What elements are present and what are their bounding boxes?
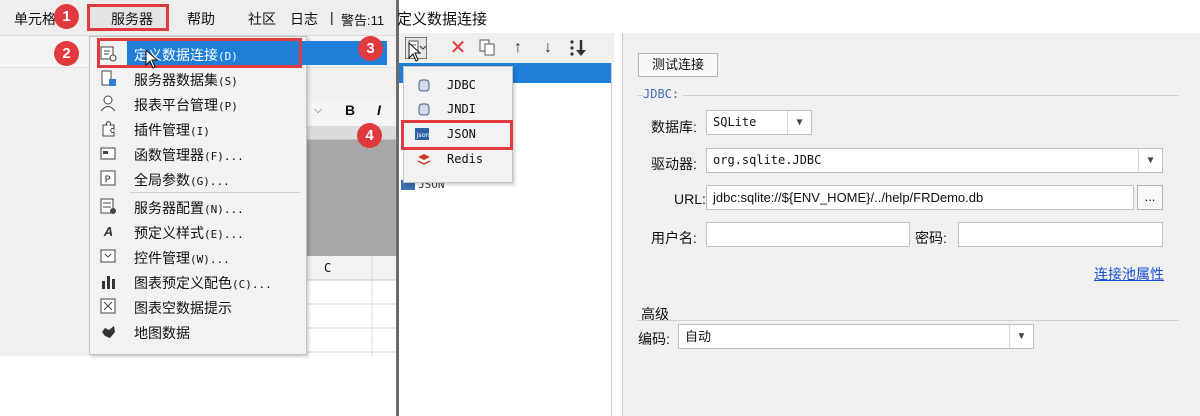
chevron-down-icon: ▼ bbox=[1138, 149, 1162, 172]
italic-button[interactable]: I bbox=[377, 102, 381, 118]
chevron-down-icon: ▼ bbox=[1009, 325, 1033, 348]
define-connection-highlight bbox=[97, 38, 302, 68]
menu-item-platform-management[interactable]: 报表平台管理(P) bbox=[90, 91, 306, 116]
username-input[interactable] bbox=[706, 222, 910, 247]
jdbc-icon bbox=[418, 79, 430, 92]
database-label: 数据库: bbox=[651, 119, 697, 135]
test-connection-button[interactable]: 测试连接 bbox=[638, 53, 718, 77]
server-config-icon bbox=[100, 198, 117, 215]
type-item-jndi[interactable]: JNDI bbox=[404, 97, 512, 121]
blank-area bbox=[0, 356, 396, 416]
menu-item-label: 服务器配置(N)... bbox=[134, 200, 244, 216]
server-dataset-icon bbox=[100, 70, 117, 87]
sheet-canvas bbox=[300, 126, 396, 256]
global-parameter-icon: P bbox=[100, 170, 117, 187]
menu-item-label: 插件管理(I) bbox=[134, 122, 210, 138]
json-highlight bbox=[401, 120, 513, 150]
menu-item-label: 控件管理(W)... bbox=[134, 250, 230, 266]
encoding-label: 编码: bbox=[638, 331, 670, 347]
move-down-icon[interactable]: ↓ bbox=[537, 37, 559, 59]
menu-item-label: 服务器数据集(S) bbox=[134, 72, 238, 88]
spreadsheet-grid[interactable]: C bbox=[300, 256, 396, 356]
chart-color-icon bbox=[100, 273, 117, 290]
menu-warning[interactable]: 警告:11 bbox=[341, 10, 384, 29]
menu-log[interactable]: 日志 bbox=[290, 9, 318, 29]
encoding-select[interactable]: 自动 ▼ bbox=[678, 324, 1034, 349]
menu-item-label: 函数管理器(F)... bbox=[134, 147, 244, 163]
menu-item-empty-data-hint[interactable]: 图表空数据提示 bbox=[90, 294, 306, 319]
move-up-icon[interactable]: ↑ bbox=[507, 37, 529, 59]
mouse-cursor-icon bbox=[408, 42, 422, 62]
browse-button[interactable]: ... bbox=[1137, 185, 1163, 210]
menu-item-label: 预定义样式(E)... bbox=[134, 225, 244, 241]
dialog-title-bar: 定义数据连接 bbox=[397, 0, 1200, 33]
pool-properties-link[interactable]: 连接池属性 bbox=[1094, 264, 1164, 284]
menu-separator: | bbox=[330, 9, 334, 25]
username-label: 用户名: bbox=[651, 230, 697, 246]
database-select[interactable]: SQLite ▼ bbox=[706, 110, 812, 135]
advanced-label: 高级 bbox=[641, 306, 669, 322]
menu-community[interactable]: 社区 bbox=[248, 9, 276, 29]
menu-item-plugin-management[interactable]: 插件管理(I) bbox=[90, 116, 306, 141]
menu-item-label: 报表平台管理(P) bbox=[134, 97, 238, 113]
user-icon bbox=[100, 95, 117, 112]
menu-item-server-config[interactable]: 服务器配置(N)... bbox=[90, 194, 306, 219]
font-size-dropdown-arrow-icon[interactable]: ⌵ bbox=[314, 104, 322, 117]
chevron-down-icon: ▼ bbox=[787, 111, 811, 134]
format-toolbar: ⌵ B I bbox=[300, 98, 396, 126]
redis-icon bbox=[417, 154, 431, 165]
empty-data-icon bbox=[100, 298, 117, 315]
menu-item-label: 图表空数据提示 bbox=[134, 300, 232, 316]
svg-text:P: P bbox=[105, 175, 111, 186]
password-input[interactable] bbox=[958, 222, 1163, 247]
map-data-icon bbox=[100, 323, 117, 340]
menu-separator bbox=[130, 192, 300, 193]
jndi-icon bbox=[418, 103, 430, 116]
menu-item-map-data[interactable]: 地图数据 bbox=[90, 319, 306, 344]
menu-help[interactable]: 帮助 bbox=[187, 9, 215, 29]
server-menu: 定义数据连接(D) 服务器数据集(S) 报表平台管理(P) 插件管理(I) 函数 bbox=[89, 36, 387, 355]
step-badge-1: 1 bbox=[54, 4, 79, 29]
advanced-divider bbox=[637, 320, 1179, 321]
column-header-c[interactable]: C bbox=[324, 261, 331, 275]
menu-item-label: 图表预定义配色(C)... bbox=[134, 275, 272, 291]
menu-item-widget-manager[interactable]: 控件管理(W)... bbox=[90, 244, 306, 269]
dialog-title: 定义数据连接 bbox=[397, 11, 488, 28]
plugin-icon bbox=[100, 120, 117, 137]
url-label: URL: bbox=[674, 191, 706, 207]
mouse-cursor-icon bbox=[145, 49, 159, 69]
connection-toolbar: ✕ ↑ ↓ bbox=[399, 33, 614, 63]
widget-manager-icon bbox=[100, 248, 117, 265]
function-manager-icon bbox=[100, 145, 117, 162]
delete-icon[interactable]: ✕ bbox=[447, 37, 469, 59]
sort-icon[interactable] bbox=[567, 37, 589, 59]
connection-config-panel: 测试连接 JDBC: 数据库: SQLite ▼ 驱动器: org.sqlite… bbox=[622, 33, 1200, 416]
jdbc-group-border bbox=[637, 95, 1179, 96]
menu-item-function-manager[interactable]: 函数管理器(F)... bbox=[90, 141, 306, 166]
jdbc-group-label: JDBC: bbox=[643, 87, 684, 101]
type-item-jdbc[interactable]: JDBC bbox=[404, 73, 512, 97]
step-badge-2: 2 bbox=[54, 41, 79, 66]
menu-item-label: 地图数据 bbox=[134, 325, 190, 341]
menu-item-global-parameters[interactable]: P 全局参数(G)... bbox=[90, 166, 306, 191]
menu-server[interactable]: 服务器 bbox=[111, 9, 153, 29]
side-panel bbox=[0, 256, 88, 356]
url-input[interactable]: jdbc:sqlite://${ENV_HOME}/../help/FRDemo… bbox=[706, 185, 1134, 210]
predefined-style-icon: A bbox=[103, 224, 114, 239]
copy-connection-icon[interactable] bbox=[476, 37, 498, 59]
menu-item-predefined-style[interactable]: A 预定义样式(E)... bbox=[90, 219, 306, 244]
driver-select[interactable]: org.sqlite.JDBC ▼ bbox=[706, 148, 1163, 173]
menu-item-label: 全局参数(G)... bbox=[134, 172, 230, 188]
type-item-redis[interactable]: Redis bbox=[404, 147, 512, 171]
step-badge-4: 4 bbox=[357, 123, 382, 148]
menu-item-server-dataset[interactable]: 服务器数据集(S) bbox=[90, 66, 306, 91]
driver-label: 驱动器: bbox=[651, 156, 697, 172]
password-label: 密码: bbox=[915, 230, 947, 246]
menu-item-chart-colors[interactable]: 图表预定义配色(C)... bbox=[90, 269, 306, 294]
menu-cell[interactable]: 单元格 bbox=[14, 9, 56, 29]
bold-button[interactable]: B bbox=[345, 102, 355, 118]
grid-lines bbox=[300, 256, 396, 356]
step-badge-3: 3 bbox=[358, 36, 383, 61]
